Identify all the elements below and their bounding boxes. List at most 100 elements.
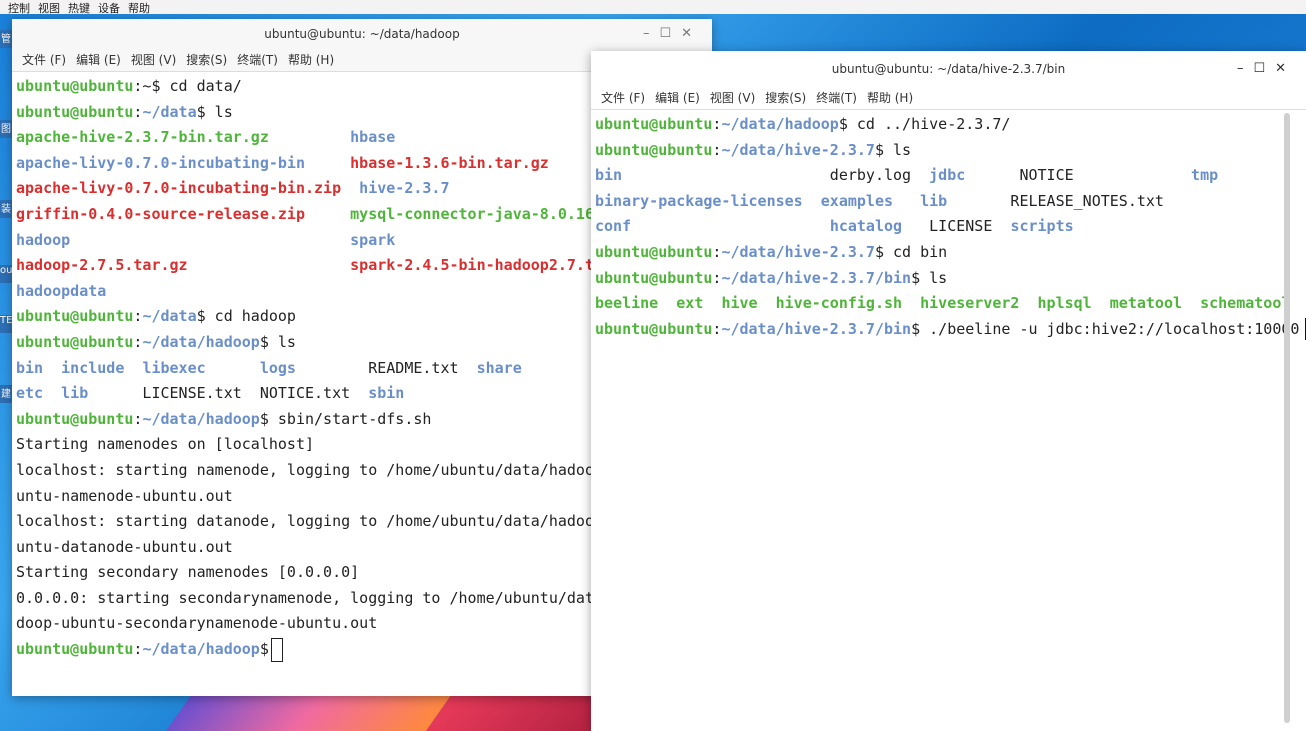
window-titlebar[interactable]: ubuntu@ubuntu: ~/data/hadoop –☐✕ [12, 19, 712, 49]
menu-item[interactable]: 文件 (F) [22, 53, 66, 67]
terminal-line: ubuntu@ubuntu:~/data/hive-2.3.7/bin$ ./b… [595, 317, 1306, 343]
host-menu-item[interactable]: 帮助 [128, 2, 150, 15]
terminal-text: Starting secondary namenodes [0.0.0.0] [16, 563, 360, 582]
desktop-shortcut-icon[interactable]: ou [0, 265, 12, 283]
scrollbar[interactable] [1284, 113, 1290, 723]
terminal-text: :~$ cd data/ [133, 77, 242, 95]
text-cursor [270, 637, 283, 662]
terminal-text: ubuntu@ubuntu [595, 140, 713, 159]
wallpaper-stripe [165, 691, 455, 731]
terminal-text: hcatalog [829, 217, 903, 236]
menu-item[interactable]: 帮助 (H) [867, 91, 913, 105]
terminal-text: bin [595, 166, 623, 185]
terminal-text: untu-namenode-ubuntu.out [16, 486, 233, 505]
menu-item[interactable]: 视图 (V) [131, 53, 176, 67]
terminal-text: 0.0.0.0: starting secondarynamenode, log… [16, 588, 631, 607]
close-icon[interactable]: ✕ [1275, 61, 1296, 76]
terminal-text: ubuntu@ubuntu [16, 307, 134, 326]
terminal-text: sbin [368, 384, 405, 403]
menu-item[interactable]: 搜索(S) [765, 91, 806, 105]
terminal-line: ubuntu@ubuntu:~/data/hive-2.3.7$ ls [595, 138, 1302, 164]
host-menu-item[interactable]: 控制 [8, 2, 30, 15]
terminal-text: scripts [1010, 217, 1074, 236]
terminal-text: $ cd hadoop [196, 307, 296, 326]
terminal-line: ubuntu@ubuntu:~/data/hive-2.3.7/bin$ ls [595, 266, 1302, 292]
host-menu-item[interactable]: 设备 [98, 2, 120, 15]
terminal-output[interactable]: ubuntu@ubuntu:~/data/hadoop$ cd ../hive-… [591, 110, 1306, 344]
terminal-text: apache-hive-2.3.7-bin.tar.gz [16, 128, 269, 147]
terminal-text: $ sbin/start-dfs.sh [259, 409, 432, 428]
terminal-text: ~/data [142, 102, 197, 121]
terminal-text: NOTICE [965, 166, 1192, 185]
terminal-text: hive-config.sh [775, 294, 903, 313]
terminal-text: hadoop [16, 230, 71, 249]
menu-item[interactable]: 帮助 (H) [288, 53, 334, 67]
terminal-text: ubuntu@ubuntu [595, 115, 713, 133]
terminal-text: $ ls [911, 268, 948, 287]
terminal-text: ubuntu@ubuntu [16, 409, 134, 428]
terminal-text: ubuntu@ubuntu [595, 268, 713, 287]
maximize-icon[interactable]: ☐ [1253, 61, 1275, 76]
host-menu-item[interactable]: 热键 [68, 2, 90, 15]
terminal-text: hplsql [1037, 294, 1092, 313]
terminal-text: $ cd ../hive-2.3.7/ [838, 115, 1011, 133]
terminal-text: $ ls [259, 332, 296, 351]
window-titlebar[interactable]: ubuntu@ubuntu: ~/data/hive-2.3.7/bin –☐✕ [591, 51, 1306, 87]
host-menu-item[interactable]: 视图 [38, 2, 60, 15]
terminal-text: $ ./beeline -u jdbc:hive2://localhost:10… [911, 319, 1300, 338]
desktop-shortcut-icon[interactable]: 图 [0, 120, 12, 138]
terminal-text: ~/data/hadoop [142, 332, 260, 351]
terminal-text: etc [16, 384, 44, 403]
terminal-text: Starting namenodes on [localhost] [16, 435, 315, 454]
terminal-text: ~/data/hadoop [142, 409, 260, 428]
terminal-text: tmp [1191, 166, 1219, 185]
desktop-shortcut-icon[interactable]: TE [0, 315, 12, 333]
menu-item[interactable]: 编辑 (E) [76, 53, 121, 67]
terminal-text: hive [721, 294, 758, 313]
terminal-line: binary-package-licenses examples lib REL… [595, 189, 1302, 215]
desktop-shortcut-icon[interactable]: 装 [0, 200, 12, 218]
terminal-text: hiveserver2 [920, 294, 1020, 313]
terminal-text: hbase-1.3.6-bin.tar.gz [350, 153, 549, 172]
terminal-menubar: 文件 (F) 编辑 (E) 视图 (V) 搜索(S) 终端(T) 帮助 (H) [591, 87, 1306, 110]
menu-item[interactable]: 终端(T) [816, 91, 857, 105]
menu-item[interactable]: 视图 (V) [710, 91, 755, 105]
minimize-icon[interactable]: – [643, 26, 660, 41]
terminal-line: bin derby.log jdbc NOTICE tmp [595, 163, 1302, 189]
terminal-line: conf hcatalog LICENSE scripts [595, 214, 1302, 240]
menu-item[interactable]: 搜索(S) [186, 53, 227, 67]
terminal-window-hive[interactable]: ubuntu@ubuntu: ~/data/hive-2.3.7/bin –☐✕… [591, 51, 1306, 731]
terminal-text: beeline [595, 294, 659, 313]
window-title: ubuntu@ubuntu: ~/data/hadoop [264, 27, 460, 41]
desktop-shortcut-icon[interactable]: 建 [0, 385, 12, 403]
menu-item[interactable]: 终端(T) [237, 53, 278, 67]
terminal-text: jdbc [929, 166, 966, 185]
desktop-shortcut-icon[interactable]: 管 [0, 30, 12, 48]
menu-item[interactable]: 编辑 (E) [655, 91, 700, 105]
maximize-icon[interactable]: ☐ [659, 26, 681, 41]
terminal-text: $ [259, 640, 269, 659]
host-menubar: 控制 视图 热键 设备 帮助 [0, 0, 1306, 15]
terminal-text: conf [595, 217, 632, 236]
menu-item[interactable]: 文件 (F) [601, 91, 645, 105]
close-icon[interactable]: ✕ [681, 26, 702, 41]
window-controls[interactable]: –☐✕ [643, 19, 702, 49]
terminal-text: ~/data/hadoop [142, 640, 260, 659]
terminal-text: examples [820, 191, 894, 210]
minimize-icon[interactable]: – [1237, 61, 1254, 76]
window-controls[interactable]: –☐✕ [1237, 51, 1296, 87]
